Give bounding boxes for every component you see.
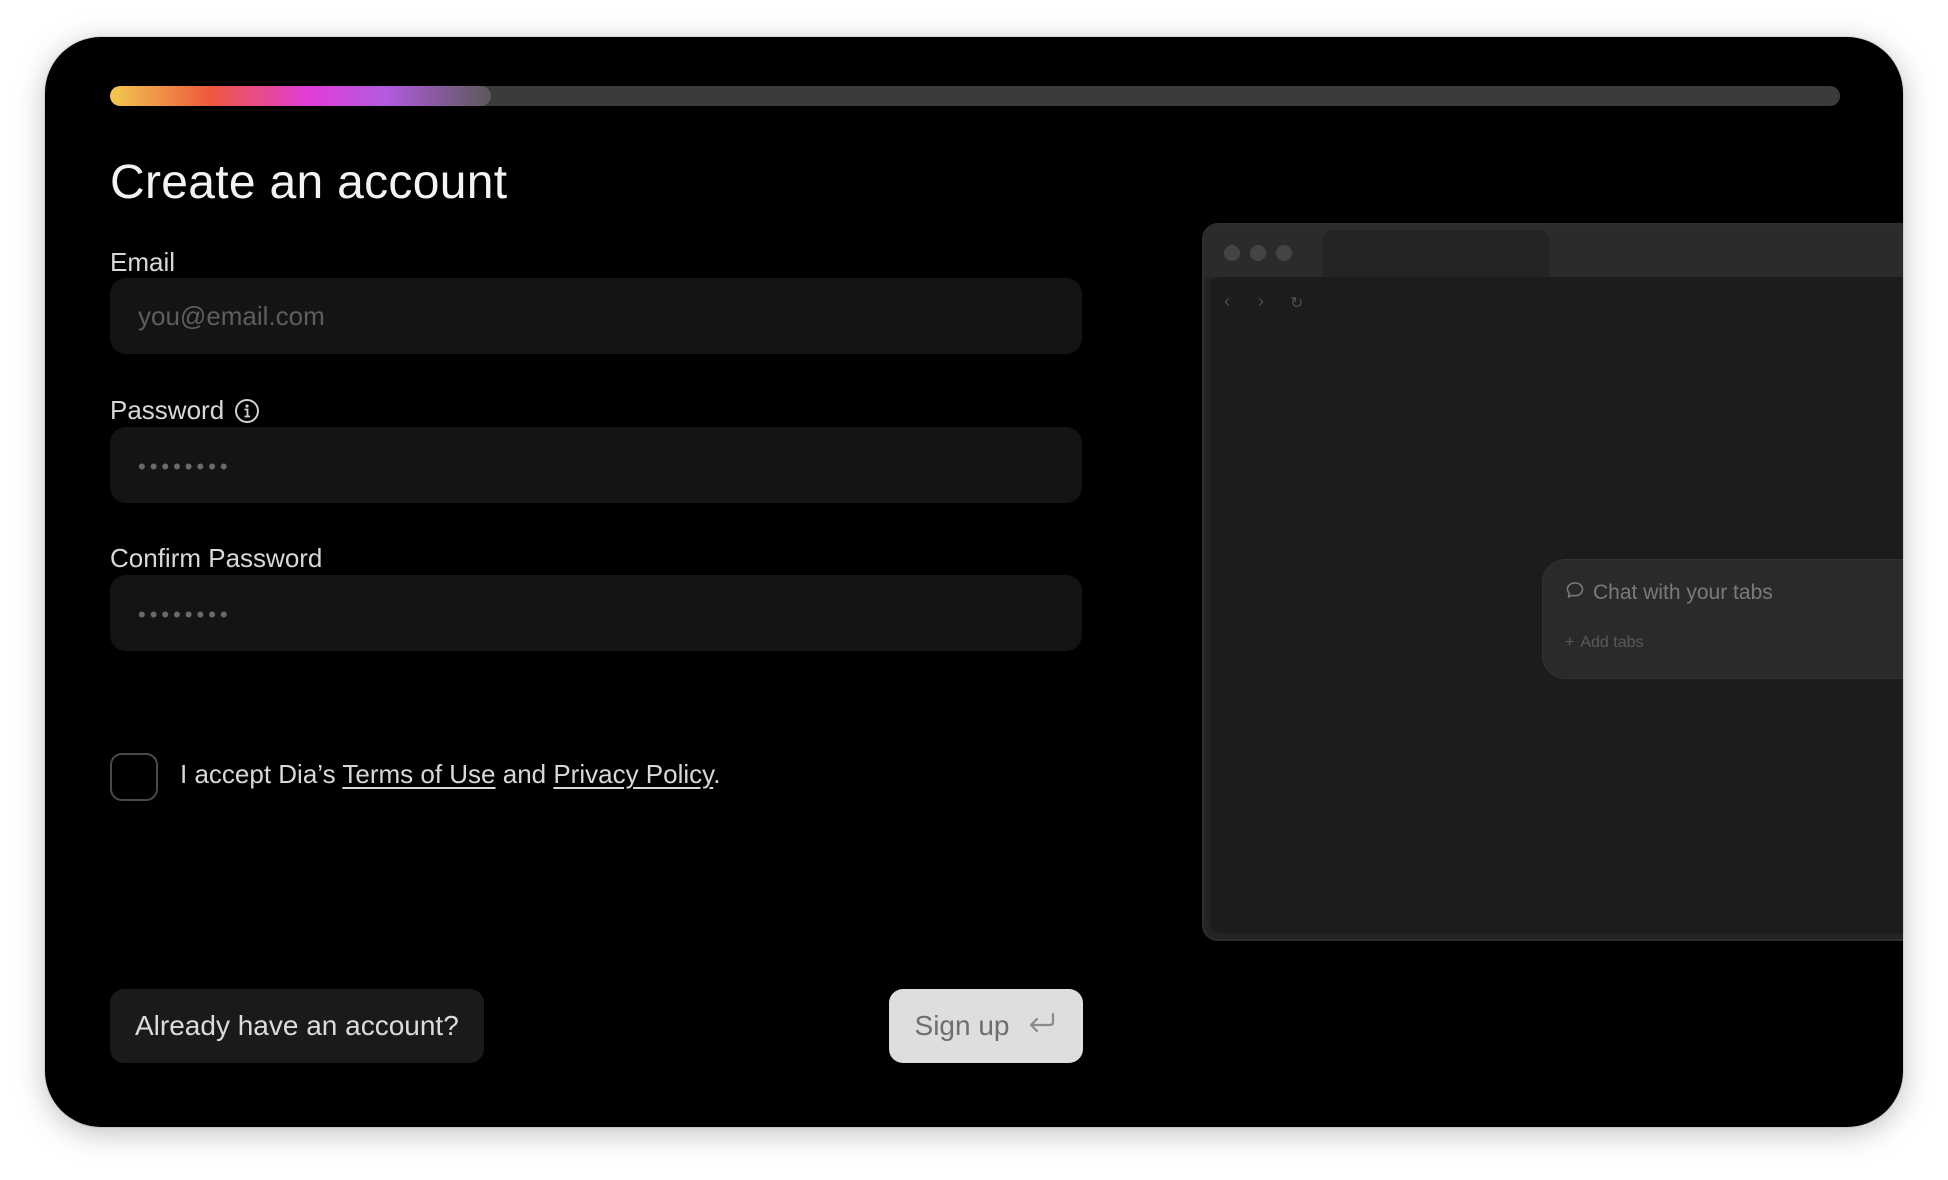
password-field[interactable] bbox=[110, 427, 1082, 503]
preview-tab-bar bbox=[1204, 225, 1903, 277]
email-label: Email bbox=[110, 247, 175, 278]
consent-suffix: . bbox=[713, 759, 721, 789]
info-circle-icon[interactable] bbox=[234, 398, 260, 424]
email-label-text: Email bbox=[110, 247, 176, 277]
password-label: Password bbox=[110, 395, 260, 426]
chat-title: Chat with your tabs bbox=[1565, 580, 1773, 606]
password-label-text: Password bbox=[110, 395, 225, 425]
sign-up-button[interactable]: Sign up bbox=[889, 989, 1083, 1063]
back-arrow-icon: ‹ bbox=[1224, 291, 1230, 311]
traffic-light-close bbox=[1224, 245, 1240, 261]
confirm-password-label-text: Confirm Password bbox=[110, 543, 323, 573]
return-arrow-icon bbox=[1027, 1010, 1057, 1042]
terms-of-use-link[interactable]: Terms of Use bbox=[342, 759, 495, 789]
privacy-policy-link[interactable]: Privacy Policy bbox=[553, 759, 713, 789]
reload-icon: ↻ bbox=[1290, 295, 1304, 312]
add-tabs: + Add tabs bbox=[1565, 634, 1644, 652]
progress-bar bbox=[110, 86, 1840, 106]
confirm-password-label: Confirm Password bbox=[110, 543, 322, 574]
traffic-light-maximize bbox=[1276, 245, 1292, 261]
email-field[interactable] bbox=[110, 278, 1082, 354]
chat-title-text: Chat with your tabs bbox=[1593, 581, 1773, 604]
traffic-light-minimize bbox=[1250, 245, 1266, 261]
forward-arrow-icon: › bbox=[1258, 291, 1264, 311]
signup-window: Create an account Email Password Confirm… bbox=[45, 37, 1903, 1127]
terms-checkbox[interactable] bbox=[110, 753, 158, 801]
already-have-account-label: Already have an account? bbox=[135, 1010, 459, 1041]
confirm-password-field[interactable] bbox=[110, 575, 1082, 651]
terms-consent-text: I accept Dia’s Terms of Use and Privacy … bbox=[180, 759, 720, 790]
sign-up-label: Sign up bbox=[914, 1010, 1010, 1041]
already-have-account-button[interactable]: Already have an account? bbox=[110, 989, 484, 1063]
consent-middle: and bbox=[495, 759, 554, 789]
add-tabs-text: Add tabs bbox=[1580, 634, 1644, 651]
chat-bubble-icon bbox=[1565, 580, 1585, 606]
page-title: Create an account bbox=[110, 156, 508, 209]
progress-fill bbox=[110, 86, 491, 106]
plus-icon: + bbox=[1565, 634, 1575, 651]
preview-active-tab bbox=[1322, 230, 1550, 280]
chat-with-tabs-card: Chat with your tabs + Add tabs bbox=[1542, 559, 1903, 679]
consent-prefix: I accept Dia’s bbox=[180, 759, 343, 789]
